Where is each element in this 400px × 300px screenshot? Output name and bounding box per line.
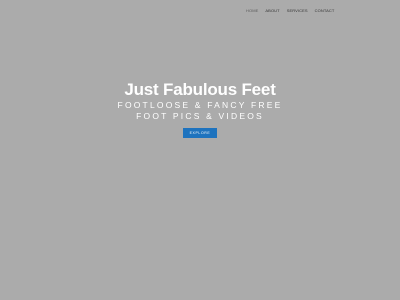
nav-item-home[interactable]: HOME (246, 8, 258, 13)
page: { "nav": { "items": [ {"label": "HOME", … (0, 0, 400, 300)
nav-item-services[interactable]: SERVICES (287, 8, 308, 13)
explore-button[interactable]: EXPLORE (183, 128, 217, 138)
hero-subtitle-line-2: FOOT PICS & VIDEOS (136, 110, 264, 121)
nav-item-contact[interactable]: CONTACT (315, 8, 335, 13)
nav-item-about[interactable]: ABOUT (265, 8, 279, 13)
hero-section: Just Fabulous Feet FOOTLOOSE & FANCY FRE… (0, 80, 400, 139)
hero-title: Just Fabulous Feet (124, 80, 276, 99)
hero-subtitle-line-1: FOOTLOOSE & FANCY FREE (117, 100, 283, 110)
top-nav: HOME ABOUT SERVICES CONTACT (246, 8, 334, 13)
